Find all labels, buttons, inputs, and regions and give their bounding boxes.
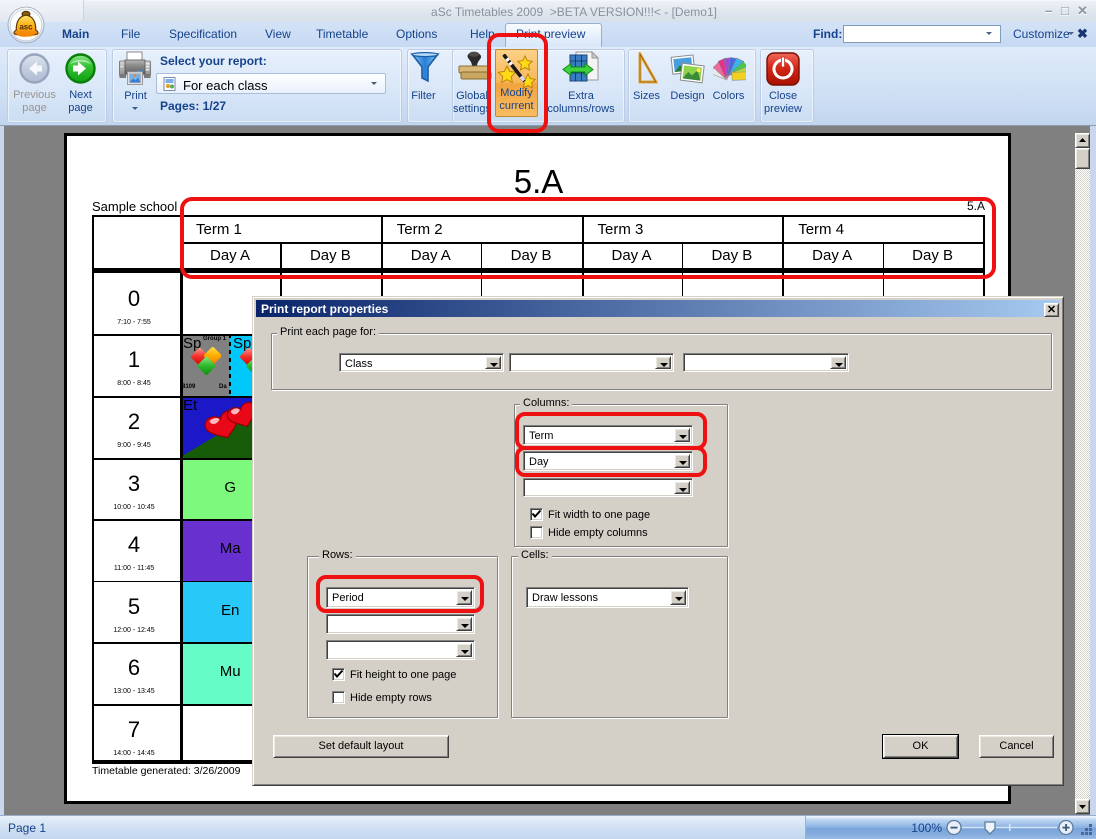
svg-text:asc: asc <box>19 23 33 32</box>
